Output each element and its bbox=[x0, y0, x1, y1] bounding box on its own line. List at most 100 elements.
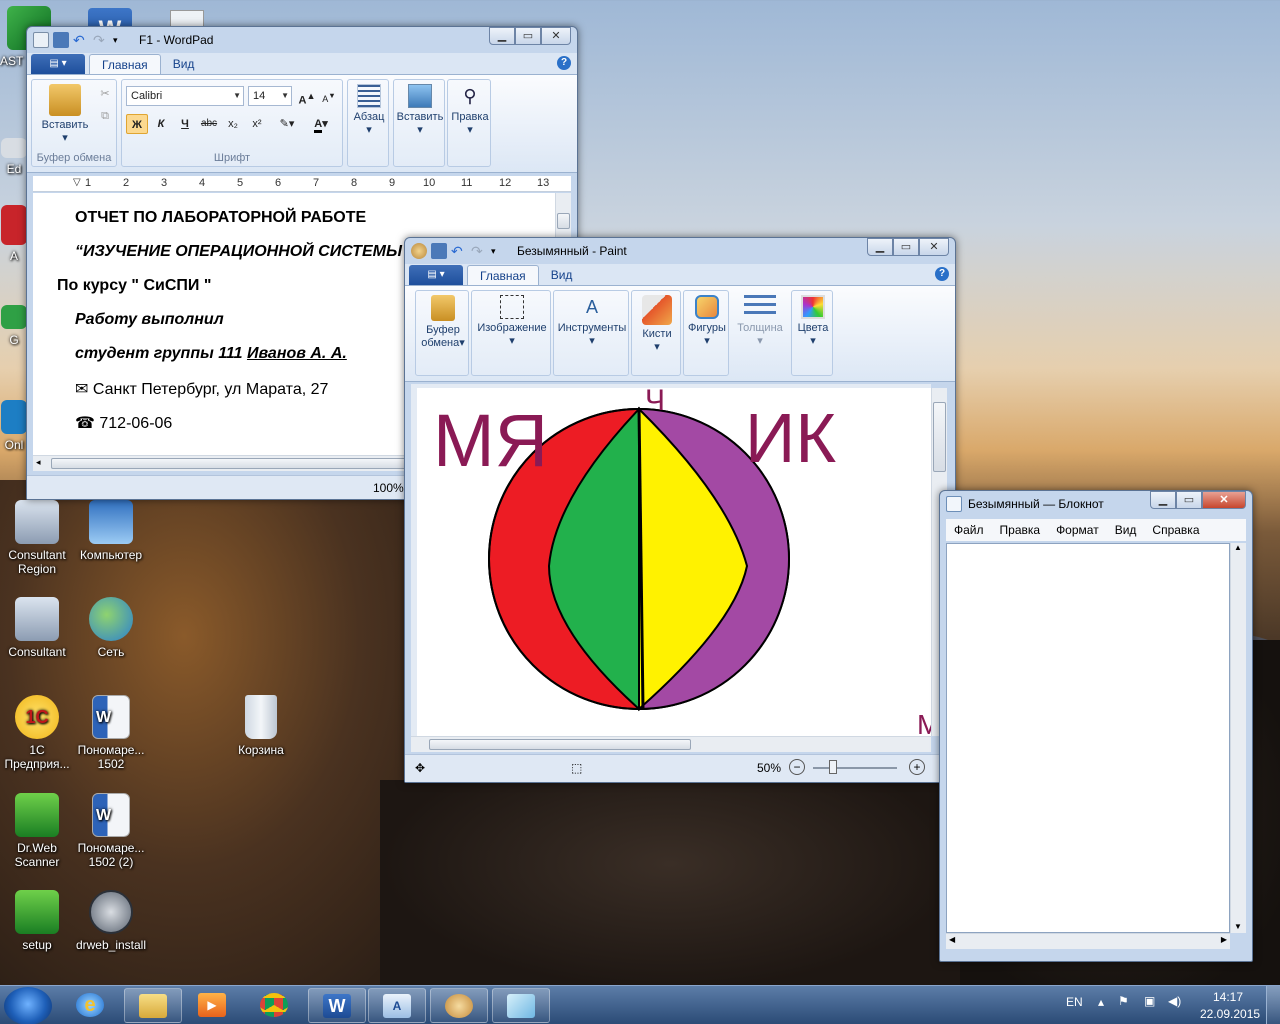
clipboard-button[interactable]: Буфер обмена▾ bbox=[416, 295, 470, 350]
highlight-color-button[interactable]: ✎▾ bbox=[272, 114, 302, 134]
cut-icon[interactable]: ✂ bbox=[94, 84, 116, 104]
bold-button[interactable]: Ж bbox=[126, 114, 148, 134]
minimize-button[interactable]: ▁ bbox=[867, 238, 893, 256]
desktop-icon-computer[interactable]: Компьютер bbox=[72, 500, 150, 562]
font-color-button[interactable]: A▾ bbox=[306, 114, 336, 134]
taskbar-wordpad[interactable]: A bbox=[368, 988, 426, 1023]
paint-window[interactable]: ↶ ↷ ▾ Безымянный - Paint ▁ ▭ ✕ ▤ ▾ Главн… bbox=[404, 237, 956, 783]
taskbar-chrome[interactable] bbox=[246, 988, 304, 1023]
scroll-thumb[interactable] bbox=[51, 458, 451, 469]
shrink-font-button[interactable]: A▼ bbox=[318, 86, 340, 106]
desktop-icon-drweb-scanner[interactable]: Dr.Web Scanner bbox=[0, 793, 76, 869]
tab-view[interactable]: Вид bbox=[161, 54, 207, 74]
ruler[interactable]: ▽ 1 2 3 4 5 6 7 8 9 10 11 12 13 bbox=[33, 176, 571, 192]
minimize-button[interactable]: ▁ bbox=[489, 27, 515, 45]
customize-toolbar-icon[interactable]: ▾ bbox=[113, 32, 129, 48]
close-button[interactable]: ✕ bbox=[541, 27, 571, 45]
customize-toolbar-icon[interactable]: ▾ bbox=[491, 243, 507, 259]
redo-icon[interactable]: ↷ bbox=[93, 32, 109, 48]
redo-icon[interactable]: ↷ bbox=[471, 243, 487, 259]
copy-icon[interactable]: ⧉ bbox=[94, 106, 116, 126]
help-icon[interactable]: ? bbox=[557, 56, 571, 70]
scroll-down-icon[interactable]: ▼ bbox=[1234, 922, 1242, 931]
app-menu-button[interactable]: ▤ ▾ bbox=[31, 54, 85, 74]
paragraph-button[interactable]: Абзац ▾ bbox=[348, 84, 390, 137]
superscript-button[interactable]: x² bbox=[246, 114, 268, 134]
start-button[interactable] bbox=[4, 987, 52, 1024]
menu-view[interactable]: Вид bbox=[1107, 523, 1145, 537]
tools-button[interactable]: A Инструменты ▾ bbox=[554, 295, 630, 348]
app-menu-button[interactable]: ▤ ▾ bbox=[409, 265, 463, 285]
horizontal-scrollbar[interactable]: ◀ ▶ bbox=[946, 933, 1230, 949]
undo-icon[interactable]: ↶ bbox=[73, 32, 89, 48]
indent-marker[interactable]: ▽ bbox=[73, 177, 81, 188]
desktop-icon-network[interactable]: Сеть bbox=[72, 597, 150, 659]
colors-group[interactable]: Цвета ▾ bbox=[791, 290, 833, 376]
brushes-group[interactable]: Кисти ▾ bbox=[631, 290, 681, 376]
vertical-scrollbar[interactable]: ▲ ▼ bbox=[1230, 543, 1246, 933]
undo-icon[interactable]: ↶ bbox=[451, 243, 467, 259]
subscript-button[interactable]: x₂ bbox=[222, 114, 244, 134]
tab-view[interactable]: Вид bbox=[539, 265, 585, 285]
scroll-left-icon[interactable]: ◂ bbox=[36, 457, 41, 468]
zoom-slider-handle[interactable] bbox=[829, 760, 837, 774]
insert-button[interactable]: Вставить ▾ bbox=[394, 84, 446, 137]
text-area[interactable] bbox=[946, 543, 1230, 933]
horizontal-scrollbar[interactable] bbox=[411, 736, 931, 752]
show-hidden-icons-icon[interactable]: ▴ bbox=[1098, 995, 1104, 1009]
clipboard-group[interactable]: Буфер обмена▾ bbox=[415, 290, 469, 376]
close-button[interactable]: ✕ bbox=[919, 238, 949, 256]
image-group[interactable]: Изображение ▾ bbox=[471, 290, 551, 376]
desktop-icon-consultant-region[interactable]: Consultant Region bbox=[0, 500, 76, 576]
zoom-in-button[interactable]: + bbox=[909, 759, 925, 775]
paste-button[interactable]: Вставить ▾ bbox=[34, 84, 96, 145]
grow-font-button[interactable]: A▲ bbox=[296, 86, 318, 107]
desktop-icon-ponomare-1502[interactable]: W Пономаре... 1502 bbox=[72, 695, 150, 771]
zoom-slider[interactable] bbox=[813, 767, 897, 769]
image-button[interactable]: Изображение ▾ bbox=[472, 295, 552, 348]
taskbar-word[interactable]: W bbox=[308, 988, 366, 1023]
menu-help[interactable]: Справка bbox=[1144, 523, 1207, 537]
scroll-thumb[interactable] bbox=[557, 213, 570, 229]
maximize-button[interactable]: ▭ bbox=[1176, 491, 1202, 509]
shapes-button[interactable]: Фигуры ▾ bbox=[684, 295, 730, 348]
help-icon[interactable]: ? bbox=[935, 267, 949, 281]
taskbar-paint[interactable] bbox=[430, 988, 488, 1023]
colors-button[interactable]: Цвета ▾ bbox=[792, 295, 834, 348]
shapes-group[interactable]: Фигуры ▾ bbox=[683, 290, 729, 376]
zoom-out-button[interactable]: − bbox=[789, 759, 805, 775]
scroll-thumb[interactable] bbox=[429, 739, 691, 750]
save-icon[interactable] bbox=[53, 32, 69, 48]
desktop-icon-setup[interactable]: setup bbox=[0, 890, 76, 952]
network-icon[interactable]: ▣ bbox=[1144, 994, 1155, 1008]
desktop-icon-drweb-install[interactable]: drweb_install bbox=[72, 890, 150, 952]
tab-home[interactable]: Главная bbox=[467, 265, 539, 285]
menu-file[interactable]: Файл bbox=[946, 523, 992, 537]
font-family-select[interactable]: Calibri ▼ bbox=[126, 86, 244, 106]
scroll-up-icon[interactable]: ▲ bbox=[1234, 543, 1242, 552]
font-size-select[interactable]: 14 ▼ bbox=[248, 86, 292, 106]
save-icon[interactable] bbox=[431, 243, 447, 259]
scroll-right-icon[interactable]: ▶ bbox=[1221, 935, 1227, 944]
clock-date[interactable]: 22.09.2015 bbox=[1200, 1007, 1260, 1021]
scroll-thumb[interactable] bbox=[933, 402, 946, 472]
underline-button[interactable]: Ч bbox=[174, 114, 196, 134]
maximize-button[interactable]: ▭ bbox=[893, 238, 919, 256]
tab-home[interactable]: Главная bbox=[89, 54, 161, 74]
language-indicator[interactable]: EN bbox=[1066, 995, 1083, 1009]
taskbar-ie[interactable]: e bbox=[62, 988, 120, 1023]
action-center-flag-icon[interactable]: ⚑ bbox=[1118, 994, 1129, 1008]
desktop-icon-ponomare-1502-2[interactable]: W Пономаре... 1502 (2) bbox=[72, 793, 150, 869]
desktop-icon-consultant[interactable]: Consultant bbox=[0, 597, 76, 659]
italic-button[interactable]: К bbox=[150, 114, 172, 134]
brushes-button[interactable]: Кисти ▾ bbox=[632, 295, 682, 354]
taskbar-notepad[interactable] bbox=[492, 988, 550, 1023]
menu-format[interactable]: Формат bbox=[1048, 523, 1107, 537]
taskbar-explorer[interactable] bbox=[124, 988, 182, 1023]
thickness-button[interactable]: Толщина ▾ bbox=[732, 295, 788, 348]
tools-group[interactable]: A Инструменты ▾ bbox=[553, 290, 629, 376]
desktop-icon-1c[interactable]: 1С 1С Предприя... bbox=[0, 695, 76, 771]
notepad-window[interactable]: Безымянный — Блокнот ▁ ▭ ✕ Файл Правка Ф… bbox=[939, 490, 1253, 962]
strikethrough-button[interactable]: abc bbox=[198, 114, 220, 134]
editing-button[interactable]: ⚲ Правка ▾ bbox=[448, 84, 492, 137]
